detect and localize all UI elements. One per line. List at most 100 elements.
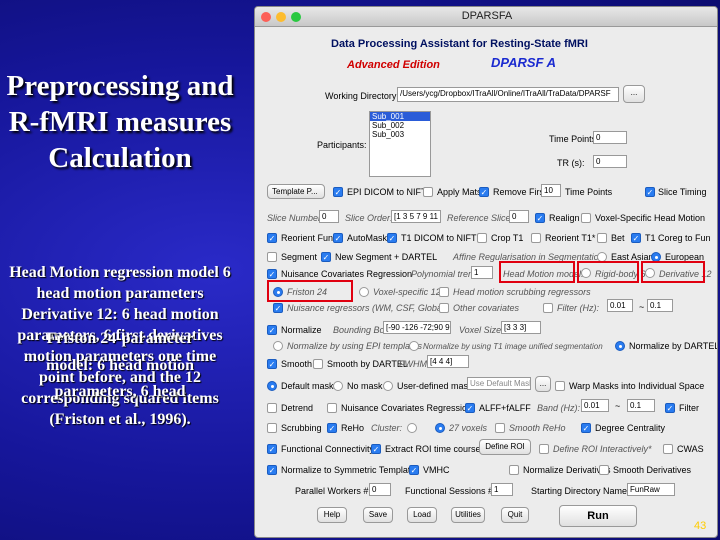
mask-browse-button[interactable]: ... bbox=[535, 376, 551, 392]
workers-input[interactable]: 0 bbox=[369, 483, 391, 496]
poly-input[interactable]: 1 bbox=[471, 266, 493, 279]
ref-slice-input[interactable]: 0 bbox=[509, 210, 529, 223]
voxel-size-input[interactable]: [3 3 3] bbox=[501, 321, 541, 334]
define-roi-button[interactable]: Define ROI bbox=[479, 439, 531, 455]
utilities-button[interactable]: Utilities bbox=[451, 507, 485, 523]
smooth-dartel-checkbox[interactable] bbox=[313, 359, 323, 369]
apply-mats-label: Apply Mats bbox=[437, 187, 482, 197]
smooth-deriv-checkbox[interactable] bbox=[599, 465, 609, 475]
band-low-input[interactable]: 0.01 bbox=[581, 399, 609, 412]
band-filter-checkbox[interactable]: ✓ bbox=[665, 403, 675, 413]
other-cov-checkbox[interactable] bbox=[439, 303, 449, 313]
smooth-reho-checkbox[interactable] bbox=[495, 423, 505, 433]
band-high-input[interactable]: 0.1 bbox=[627, 399, 655, 412]
automask-checkbox[interactable]: ✓ bbox=[333, 233, 343, 243]
bbox-input[interactable]: [-90 -126 -72;90 9 bbox=[383, 321, 451, 334]
nuisance-reg-checkbox[interactable]: ✓ bbox=[273, 303, 283, 313]
list-item[interactable]: Sub_002 bbox=[370, 121, 430, 130]
t1-coreg-checkbox[interactable]: ✓ bbox=[631, 233, 641, 243]
vmhc-checkbox[interactable]: ✓ bbox=[409, 465, 419, 475]
alff-checkbox[interactable]: ✓ bbox=[465, 403, 475, 413]
segment-checkbox[interactable] bbox=[267, 252, 277, 262]
norm-epi-label: Normalize by using EPI templates bbox=[287, 341, 423, 351]
reorient-checkbox[interactable]: ✓ bbox=[267, 233, 277, 243]
filter-checkbox[interactable] bbox=[543, 303, 553, 313]
nuisance2-checkbox[interactable] bbox=[327, 403, 337, 413]
scrubbing-reg-checkbox[interactable] bbox=[439, 287, 449, 297]
reorient-t1-label: Reorient T1* bbox=[545, 233, 596, 243]
workdir-browse-button[interactable]: ... bbox=[623, 85, 645, 103]
slice-number-input[interactable]: 0 bbox=[319, 210, 339, 223]
norm-deriv-label: Normalize Derivatives bbox=[523, 465, 611, 475]
voxel-head-checkbox[interactable] bbox=[581, 213, 591, 223]
slice-timing-checkbox[interactable]: ✓ bbox=[645, 187, 655, 197]
dparsfa-window: DPARSFA Data Processing Assistant for Re… bbox=[254, 6, 718, 538]
start-dir-input[interactable]: FunRaw bbox=[627, 483, 675, 496]
degree-checkbox[interactable]: ✓ bbox=[581, 423, 591, 433]
nuisance-checkbox[interactable]: ✓ bbox=[267, 269, 277, 279]
save-button[interactable]: Save bbox=[363, 507, 393, 523]
epi-checkbox[interactable]: ✓ bbox=[333, 187, 343, 197]
workers-label: Parallel Workers #: bbox=[295, 486, 371, 496]
fwhm-label: FWHM: bbox=[399, 359, 430, 369]
run-button[interactable]: Run bbox=[559, 505, 637, 527]
reho-checkbox[interactable]: ✓ bbox=[327, 423, 337, 433]
band-tilde: ~ bbox=[615, 401, 621, 411]
normalize-sym-label: Normalize to Symmetric Template bbox=[281, 465, 416, 475]
slice-number-label: Slice Number: bbox=[267, 213, 324, 223]
t1-coreg-label: T1 Coreg to Fun bbox=[645, 233, 711, 243]
t1-dicom-checkbox[interactable]: ✓ bbox=[387, 233, 397, 243]
head-motion-model-highlight bbox=[499, 261, 575, 283]
slice-order-input[interactable]: [1 3 5 7 9 11 bbox=[391, 210, 441, 223]
participants-list[interactable]: Sub_001 Sub_002 Sub_003 bbox=[369, 111, 431, 177]
timepoints-input[interactable]: 0 bbox=[593, 131, 627, 144]
cluster-27-radio[interactable] bbox=[435, 423, 445, 433]
default-mask-radio[interactable] bbox=[267, 381, 277, 391]
norm-epi-radio[interactable] bbox=[273, 341, 283, 351]
sessions-input[interactable]: 1 bbox=[491, 483, 513, 496]
filter-low-input[interactable]: 0.01 bbox=[607, 299, 633, 312]
remove-first-checkbox[interactable]: ✓ bbox=[479, 187, 489, 197]
define-interactive-checkbox[interactable] bbox=[539, 444, 549, 454]
fc-checkbox[interactable]: ✓ bbox=[267, 444, 277, 454]
cwas-checkbox[interactable] bbox=[663, 444, 673, 454]
no-mask-radio[interactable] bbox=[333, 381, 343, 391]
friston-highlight bbox=[267, 280, 353, 302]
norm-deriv-checkbox[interactable] bbox=[509, 465, 519, 475]
bet-checkbox[interactable] bbox=[597, 233, 607, 243]
list-item[interactable]: Sub_001 bbox=[370, 112, 430, 121]
detrend-checkbox[interactable] bbox=[267, 403, 277, 413]
user-mask-radio[interactable] bbox=[383, 381, 393, 391]
reorient-t1-checkbox[interactable] bbox=[531, 233, 541, 243]
remove-first-input[interactable]: 10 bbox=[541, 184, 561, 197]
overlay-text-3: parameters, 6 head bbox=[54, 383, 186, 400]
voxel12-radio[interactable] bbox=[359, 287, 369, 297]
norm-dartel-radio[interactable] bbox=[615, 341, 625, 351]
band-filter-label: Filter bbox=[679, 403, 699, 413]
new-segment-checkbox[interactable]: ✓ bbox=[321, 252, 331, 262]
normalize-checkbox[interactable]: ✓ bbox=[267, 325, 277, 335]
cluster-radio[interactable] bbox=[407, 423, 417, 433]
list-item[interactable]: Sub_003 bbox=[370, 130, 430, 139]
apply-mats-checkbox[interactable] bbox=[423, 187, 433, 197]
vmhc-label: VMHC bbox=[423, 465, 450, 475]
smooth-checkbox[interactable]: ✓ bbox=[267, 359, 277, 369]
workdir-input[interactable]: /Users/ycg/Dropbox/ITraAll/Online/ITraAl… bbox=[397, 87, 619, 102]
template-select[interactable]: Template P... bbox=[267, 184, 325, 199]
extract-checkbox[interactable]: ✓ bbox=[371, 444, 381, 454]
load-button[interactable]: Load bbox=[407, 507, 437, 523]
crop-checkbox[interactable] bbox=[477, 233, 487, 243]
reho-label: ReHo bbox=[341, 423, 365, 433]
filter-high-input[interactable]: 0.1 bbox=[647, 299, 673, 312]
quit-button[interactable]: Quit bbox=[501, 507, 529, 523]
warp-checkbox[interactable] bbox=[555, 381, 565, 391]
scrubbing-checkbox[interactable] bbox=[267, 423, 277, 433]
help-button[interactable]: Help bbox=[317, 507, 347, 523]
tr-input[interactable]: 0 bbox=[593, 155, 627, 168]
norm-t1-radio[interactable] bbox=[409, 341, 419, 351]
fwhm-input[interactable]: [4 4 4] bbox=[427, 355, 469, 368]
realign-checkbox[interactable]: ✓ bbox=[535, 213, 545, 223]
normalize-sym-checkbox[interactable]: ✓ bbox=[267, 465, 277, 475]
cwas-label: CWAS bbox=[677, 444, 704, 454]
user-mask-input[interactable]: Use Default Mask bbox=[467, 377, 531, 390]
